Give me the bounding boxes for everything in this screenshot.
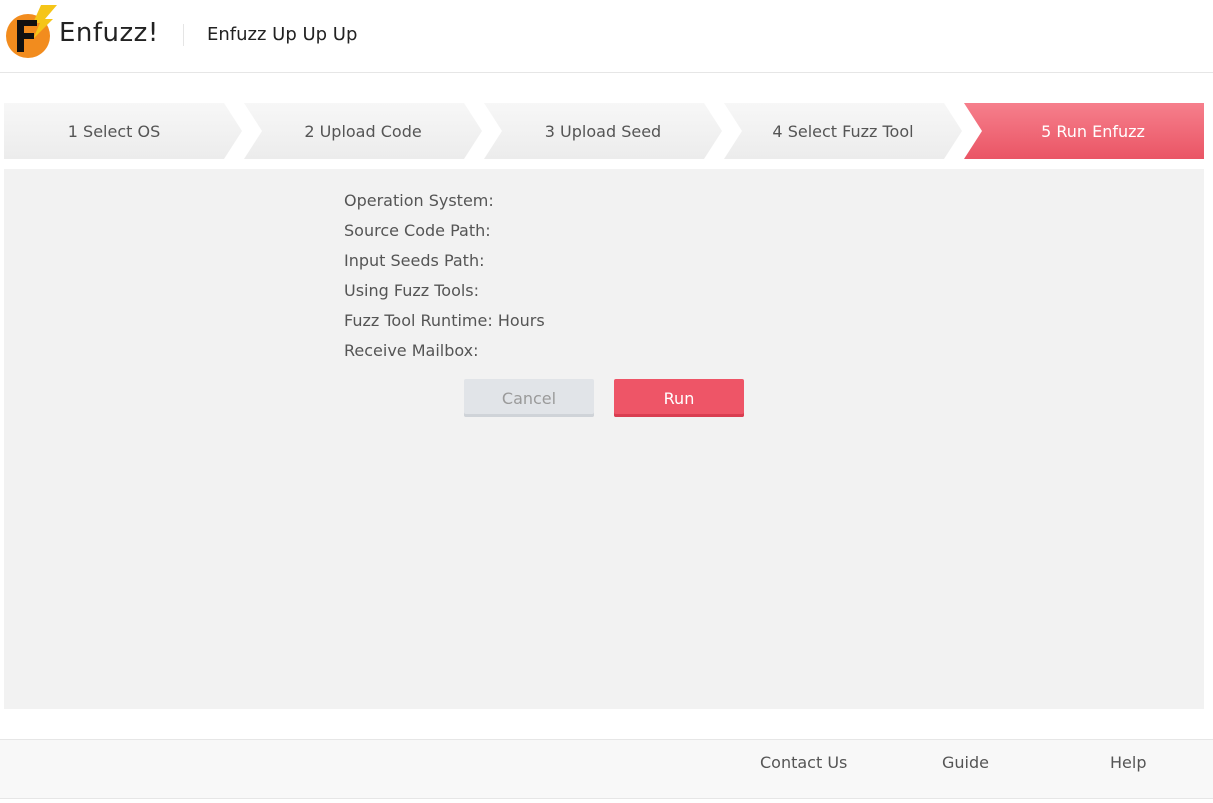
summary-source-row: Source Code Path: (344, 216, 545, 246)
cancel-button[interactable]: Cancel (464, 379, 594, 417)
step-select-os[interactable]: 1 Select OS (4, 103, 242, 159)
step-label: 2 Upload Code (304, 121, 422, 141)
summary-tools-row: Using Fuzz Tools: (344, 276, 545, 306)
footer-help-link[interactable]: Help (1110, 752, 1146, 774)
run-button[interactable]: Run (614, 379, 744, 417)
seeds-path-label: Input Seeds Path: (344, 251, 485, 270)
step-upload-code[interactable]: 2 Upload Code (244, 103, 482, 159)
run-summary-panel: Operation System: Source Code Path: Inpu… (4, 169, 1204, 709)
header-divider (183, 24, 184, 46)
footer-contact-us-link[interactable]: Contact Us (760, 752, 847, 774)
source-path-label: Source Code Path: (344, 221, 491, 240)
os-label: Operation System: (344, 191, 494, 210)
step-run-enfuzz[interactable]: 5 Run Enfuzz (964, 103, 1204, 159)
step-label: 5 Run Enfuzz (1041, 121, 1145, 141)
step-label: 1 Select OS (67, 121, 161, 141)
summary-os-row: Operation System: (344, 186, 545, 216)
runtime-unit: Hours (497, 311, 545, 330)
step-label: 4 Select Fuzz Tool (772, 121, 914, 141)
summary-runtime-row: Fuzz Tool Runtime: Hours (344, 306, 545, 336)
runtime-label: Fuzz Tool Runtime: (344, 311, 493, 330)
top-header: Enfuzz! Enfuzz Up Up Up (0, 0, 1213, 73)
footer-guide-link[interactable]: Guide (942, 752, 989, 774)
page-footer: Contact Us Guide Help (0, 739, 1213, 799)
run-summary: Operation System: Source Code Path: Inpu… (344, 186, 545, 366)
summary-mailbox-row: Receive Mailbox: (344, 336, 545, 366)
summary-seeds-row: Input Seeds Path: (344, 246, 545, 276)
wizard-steps: 1 Select OS 2 Upload Code 3 Upload Seed … (4, 103, 1204, 159)
step-label: 3 Upload Seed (544, 121, 662, 141)
step-select-fuzz-tool[interactable]: 4 Select Fuzz Tool (724, 103, 962, 159)
mailbox-label: Receive Mailbox: (344, 341, 479, 360)
enfuzz-logo-icon[interactable] (3, 3, 57, 61)
fuzz-tools-label: Using Fuzz Tools: (344, 281, 480, 300)
header-subtitle: Enfuzz Up Up Up (207, 24, 358, 45)
step-upload-seed[interactable]: 3 Upload Seed (484, 103, 722, 159)
brand-name[interactable]: Enfuzz! (59, 15, 159, 51)
